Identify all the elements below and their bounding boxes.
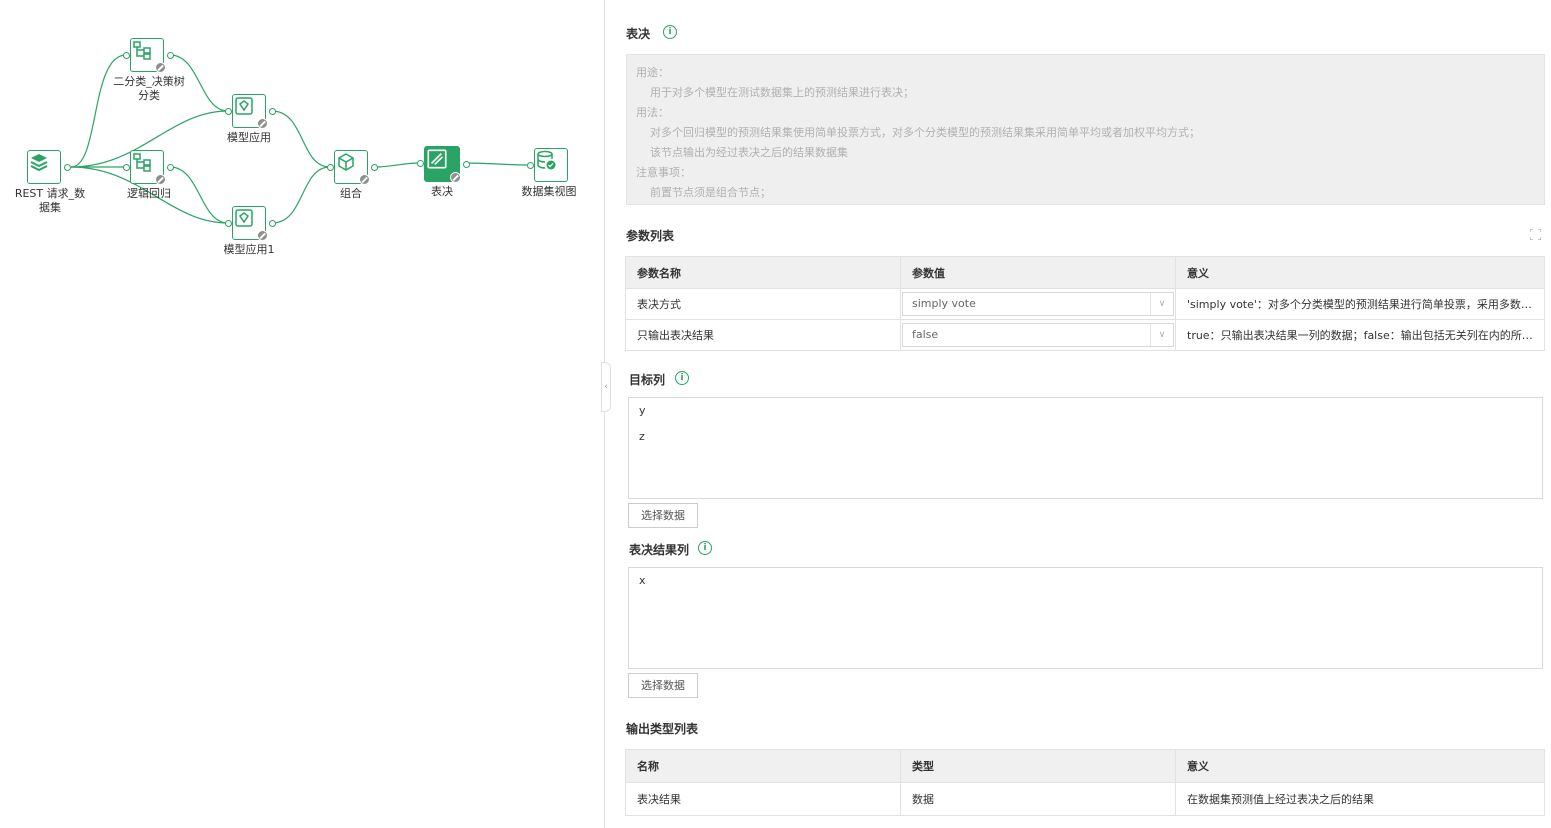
input-port[interactable] bbox=[123, 164, 130, 171]
table-header-row: 参数名称 参数值 意义 bbox=[625, 256, 1545, 289]
node-apply2-label: 模型应用1 bbox=[223, 243, 275, 256]
node-vote-label: 表决 bbox=[431, 185, 453, 198]
param-name: 只输出表决结果 bbox=[625, 319, 901, 351]
layers-icon bbox=[30, 154, 48, 172]
vote-method-select[interactable]: simply vote ∨ bbox=[902, 292, 1174, 316]
column-header: 名称 bbox=[625, 749, 901, 783]
list-item: z bbox=[639, 430, 645, 443]
node-tree-label: 二分类_决策树 分类 bbox=[113, 75, 185, 102]
result-column-box[interactable]: x bbox=[628, 567, 1543, 669]
chevron-down-icon[interactable]: ∨ bbox=[1150, 324, 1173, 346]
usage-text: 用于对多个模型在测试数据集上的预测结果进行表决； bbox=[650, 86, 914, 99]
output-meaning: 在数据集预测值上经过表决之后的结果 bbox=[1175, 782, 1545, 816]
table-row: 表决结果 数据 在数据集预测值上经过表决之后的结果 bbox=[625, 782, 1545, 816]
node-description: 用途： 用于对多个模型在测试数据集上的预测结果进行表决； 用法： 对多个回归模型… bbox=[626, 54, 1545, 205]
node-logit-label: 逻辑回归 bbox=[127, 187, 171, 200]
properties-panel: 表决 i 用途： 用于对多个模型在测试数据集上的预测结果进行表决； 用法： 对多… bbox=[605, 0, 1551, 828]
column-header: 类型 bbox=[900, 749, 1176, 783]
database-view-icon bbox=[537, 150, 556, 170]
list-item: y bbox=[639, 404, 646, 417]
table-header-row: 名称 类型 意义 bbox=[625, 749, 1545, 783]
status-badge-icon bbox=[155, 174, 166, 185]
output-port[interactable] bbox=[371, 164, 378, 171]
node-combine-label: 组合 bbox=[340, 187, 362, 200]
input-port[interactable] bbox=[327, 164, 334, 171]
result-column-title: 表决结果列 bbox=[629, 543, 690, 557]
tree-icon bbox=[133, 153, 151, 172]
output-port[interactable] bbox=[167, 52, 174, 59]
input-port[interactable] bbox=[225, 220, 232, 227]
param-name: 表决方式 bbox=[625, 288, 901, 320]
vote-icon bbox=[427, 149, 447, 169]
output-port[interactable] bbox=[64, 164, 71, 171]
status-badge-icon bbox=[257, 118, 268, 129]
node-apply1-label: 模型应用 bbox=[227, 131, 271, 144]
method-text-1: 对多个回归模型的预测结果集使用简单投票方式，对多个分类模型的预测结果集采用简单平… bbox=[650, 126, 1200, 139]
info-icon[interactable]: i bbox=[675, 371, 689, 385]
param-meaning: 'simply vote'：对多个分类模型的预测结果进行简单投票，采用多数投票原… bbox=[1175, 288, 1545, 320]
column-header: 参数名称 bbox=[625, 256, 901, 289]
select-data-button[interactable]: 选择数据 bbox=[628, 673, 698, 698]
workflow-canvas[interactable]: REST 请求_数 据集 二分类_决策树 分类 逻辑回归 模型应用 模型应用1 … bbox=[0, 0, 604, 828]
column-header: 意义 bbox=[1175, 256, 1545, 289]
params-title: 参数列表 bbox=[626, 229, 675, 243]
method-text-2: 该节点输出为经过表决之后的结果数据集 bbox=[650, 146, 848, 159]
cube-icon bbox=[338, 153, 354, 171]
method-label: 用法： bbox=[636, 106, 669, 119]
input-port[interactable] bbox=[527, 162, 534, 169]
node-view-box[interactable] bbox=[534, 148, 568, 182]
workflow-edges bbox=[70, 54, 531, 224]
output-port[interactable] bbox=[269, 108, 276, 115]
status-badge-icon bbox=[359, 174, 370, 185]
info-icon[interactable]: i bbox=[698, 541, 712, 555]
node-rest-box[interactable] bbox=[27, 150, 61, 184]
output-name: 表决结果 bbox=[625, 782, 901, 816]
param-meaning: true：只输出表决结果一列的数据；false：输出包括无关列在内的所有数据 bbox=[1175, 319, 1545, 351]
input-port[interactable] bbox=[225, 108, 232, 115]
target-columns-title: 目标列 bbox=[629, 373, 666, 387]
edge-combine-vote bbox=[373, 162, 421, 168]
list-item: x bbox=[639, 574, 646, 587]
target-columns-box[interactable]: y z bbox=[628, 397, 1543, 499]
select-value: false bbox=[912, 328, 939, 341]
note-text: 前置节点须是组合节点； bbox=[650, 186, 771, 199]
panel-title: 表决 bbox=[626, 27, 651, 41]
param-value-cell: simply vote ∨ bbox=[900, 288, 1176, 320]
params-table: 参数名称 参数值 意义 表决方式 simply vote ∨ 'simply v… bbox=[625, 256, 1545, 351]
status-badge-icon bbox=[450, 172, 461, 183]
note-label: 注意事项： bbox=[636, 166, 691, 179]
tree-icon bbox=[133, 41, 151, 60]
info-icon[interactable]: i bbox=[663, 25, 677, 39]
output-port[interactable] bbox=[167, 164, 174, 171]
node-rest-label: REST 请求_数 据集 bbox=[14, 187, 86, 214]
table-row: 只输出表决结果 false ∨ true：只输出表决结果一列的数据；false：… bbox=[625, 319, 1545, 351]
output-types-table: 名称 类型 意义 表决结果 数据 在数据集预测值上经过表决之后的结果 bbox=[625, 749, 1545, 816]
node-view-label: 数据集视图 bbox=[521, 185, 577, 198]
column-header: 意义 bbox=[1175, 749, 1545, 783]
output-port[interactable] bbox=[463, 161, 470, 168]
status-badge-icon bbox=[155, 62, 166, 73]
chevron-down-icon[interactable]: ∨ bbox=[1150, 293, 1173, 315]
edge-vote-view bbox=[463, 162, 531, 166]
output-only-select[interactable]: false ∨ bbox=[902, 323, 1174, 347]
param-value-cell: false ∨ bbox=[900, 319, 1176, 351]
input-port[interactable] bbox=[123, 52, 130, 59]
select-data-button[interactable]: 选择数据 bbox=[628, 503, 698, 528]
input-port[interactable] bbox=[417, 160, 424, 167]
usage-label: 用途： bbox=[636, 66, 669, 79]
model-apply-icon bbox=[235, 97, 253, 115]
output-type: 数据 bbox=[900, 782, 1176, 816]
column-header: 参数值 bbox=[900, 256, 1176, 289]
select-value: simply vote bbox=[912, 297, 976, 310]
edge-rest-tree bbox=[70, 54, 127, 168]
fullscreen-icon[interactable] bbox=[1530, 229, 1541, 240]
output-port[interactable] bbox=[269, 220, 276, 227]
status-badge-icon bbox=[257, 230, 268, 241]
table-row: 表决方式 simply vote ∨ 'simply vote'：对多个分类模型… bbox=[625, 288, 1545, 320]
output-types-title: 输出类型列表 bbox=[626, 722, 699, 736]
model-apply-icon bbox=[235, 209, 253, 227]
